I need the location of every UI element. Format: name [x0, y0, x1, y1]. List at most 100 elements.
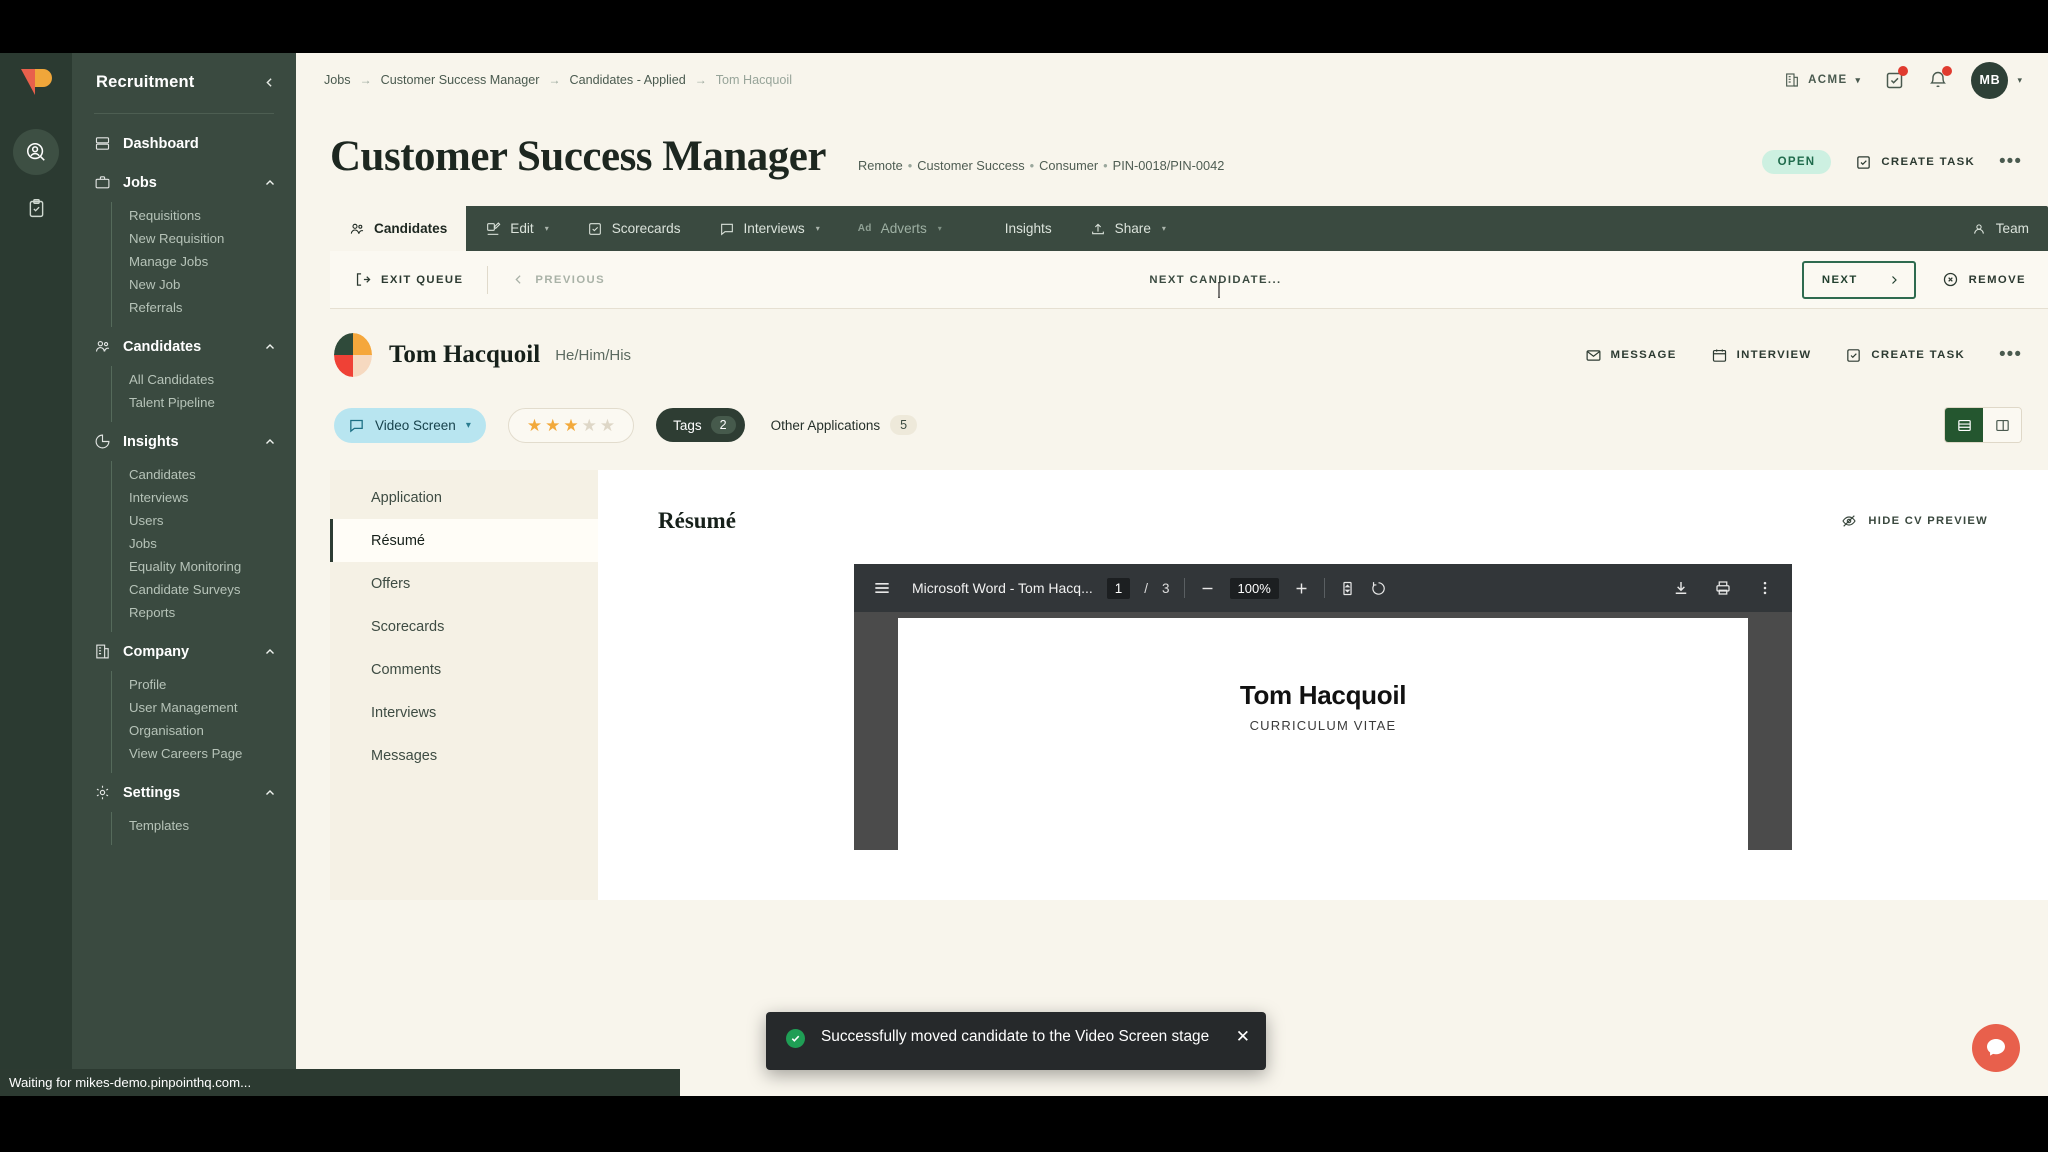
- tab-share[interactable]: Share▾: [1071, 206, 1185, 251]
- sidebar-subitem-all-candidates[interactable]: All Candidates: [112, 368, 296, 391]
- rail-item-recruitment[interactable]: [13, 129, 59, 175]
- sidebar-subitem-referrals[interactable]: Referrals: [112, 296, 296, 319]
- tab-adverts[interactable]: AdAdverts▾: [839, 206, 961, 251]
- tab-candidates[interactable]: Candidates: [330, 206, 466, 251]
- list-view-button[interactable]: [1945, 408, 1983, 442]
- viewer-more-button[interactable]: [1756, 579, 1774, 597]
- job-more-button[interactable]: •••: [1999, 156, 2022, 167]
- sidebar-item-dashboard[interactable]: Dashboard: [72, 124, 296, 163]
- sidebar-subitem-interviews[interactable]: Interviews: [112, 486, 296, 509]
- sidebar-group-company: CompanyProfileUser ManagementOrganisatio…: [72, 632, 296, 773]
- fit-page-button[interactable]: [1339, 580, 1356, 597]
- zoom-out-button[interactable]: [1199, 580, 1216, 597]
- rating-star[interactable]: ★: [582, 417, 597, 434]
- intercom-launcher[interactable]: [1972, 1024, 2020, 1072]
- tab-team[interactable]: Team: [1952, 206, 2048, 251]
- rail-item-tasks[interactable]: [13, 185, 59, 231]
- rating-stars[interactable]: ★★★★★: [508, 408, 634, 443]
- panel-nav-résumé[interactable]: Résumé: [330, 519, 598, 562]
- rating-star[interactable]: ★: [600, 417, 615, 434]
- hide-cv-preview-button[interactable]: HIDE CV PREVIEW: [1841, 513, 1988, 529]
- toast-close-button[interactable]: ✕: [1236, 1028, 1250, 1045]
- check-circle-icon: [786, 1029, 805, 1048]
- hamburger-icon[interactable]: [872, 578, 892, 598]
- tab-edit[interactable]: Edit▾: [466, 206, 567, 251]
- rating-star[interactable]: ★: [563, 417, 578, 434]
- chevron-down-icon: ▾: [545, 224, 549, 233]
- status-badge: OPEN: [1762, 150, 1832, 174]
- create-task-button[interactable]: CREATE TASK: [1845, 347, 1965, 364]
- calendar-icon: [1711, 347, 1728, 364]
- user-menu[interactable]: MB ▾: [1971, 62, 2022, 99]
- job-actions: OPEN CREATE TASK •••: [1762, 150, 2022, 178]
- sidebar-subitem-requisitions[interactable]: Requisitions: [112, 204, 296, 227]
- notifications-button[interactable]: [1927, 69, 1949, 91]
- tab-insights[interactable]: Insights: [961, 206, 1071, 251]
- sidebar-subitem-templates[interactable]: Templates: [112, 814, 296, 837]
- tab-interviews[interactable]: Interviews▾: [700, 206, 839, 251]
- sidebar-subitem-candidates[interactable]: Candidates: [112, 463, 296, 486]
- breadcrumb-item[interactable]: Candidates - Applied: [570, 73, 686, 87]
- candidate-chips: Video Screen ▾ ★★★★★ Tags 2 Other Applic…: [296, 377, 2048, 443]
- rating-star[interactable]: ★: [527, 417, 542, 434]
- sidebar-subitem-new-job[interactable]: New Job: [112, 273, 296, 296]
- sidebar-subitem-user-management[interactable]: User Management: [112, 696, 296, 719]
- split-view-button[interactable]: [1983, 408, 2021, 442]
- message-button[interactable]: MESSAGE: [1585, 347, 1677, 364]
- breadcrumb-item[interactable]: Customer Success Manager: [381, 73, 540, 87]
- stage-selector[interactable]: Video Screen ▾: [334, 408, 486, 443]
- interview-button[interactable]: INTERVIEW: [1711, 347, 1812, 364]
- gear-icon: [94, 784, 111, 801]
- tags-chip[interactable]: Tags 2: [656, 408, 744, 442]
- create-task-button[interactable]: CREATE TASK: [1855, 154, 1975, 171]
- panel-nav: ApplicationRésuméOffersScorecardsComment…: [330, 470, 598, 900]
- sidebar-collapse-button[interactable]: [263, 76, 276, 89]
- browser-chrome-top: [0, 0, 2048, 53]
- zoom-in-button[interactable]: [1293, 580, 1310, 597]
- pinpoint-logo[interactable]: [19, 67, 53, 97]
- download-button[interactable]: [1672, 579, 1690, 597]
- sidebar-header: Recruitment: [72, 53, 296, 111]
- sidebar-subitem-reports[interactable]: Reports: [112, 601, 296, 624]
- panel-nav-interviews[interactable]: Interviews: [330, 691, 598, 734]
- rotate-button[interactable]: [1370, 580, 1387, 597]
- previous-candidate-button[interactable]: PREVIOUS: [488, 273, 629, 286]
- candidate-more-button[interactable]: •••: [1999, 349, 2022, 360]
- sidebar-subitem-candidate-surveys[interactable]: Candidate Surveys: [112, 578, 296, 601]
- panel-nav-messages[interactable]: Messages: [330, 734, 598, 777]
- zoom-level[interactable]: 100%: [1230, 578, 1279, 599]
- sidebar-item-insights[interactable]: Insights: [72, 422, 296, 461]
- sidebar-subitem-organisation[interactable]: Organisation: [112, 719, 296, 742]
- sidebar-item-settings[interactable]: Settings: [72, 773, 296, 812]
- toolbar-divider: [1324, 578, 1325, 598]
- page-number-input[interactable]: 1: [1107, 578, 1131, 599]
- sidebar-item-jobs[interactable]: Jobs: [72, 163, 296, 202]
- sidebar-subitem-profile[interactable]: Profile: [112, 673, 296, 696]
- org-switcher[interactable]: ACME ▾: [1784, 72, 1861, 88]
- remove-candidate-button[interactable]: REMOVE: [1916, 271, 2048, 288]
- chat-icon: [348, 417, 365, 434]
- rating-star[interactable]: ★: [545, 417, 560, 434]
- print-button[interactable]: [1714, 579, 1732, 597]
- sidebar-subitem-jobs[interactable]: Jobs: [112, 532, 296, 555]
- other-applications-chip[interactable]: Other Applications 5: [767, 407, 927, 443]
- next-candidate-button[interactable]: NEXT: [1802, 261, 1916, 299]
- sidebar-subitem-new-requisition[interactable]: New Requisition: [112, 227, 296, 250]
- sidebar-subitem-view-careers-page[interactable]: View Careers Page: [112, 742, 296, 765]
- panel-nav-application[interactable]: Application: [330, 476, 598, 519]
- panel-nav-scorecards[interactable]: Scorecards: [330, 605, 598, 648]
- panel-nav-offers[interactable]: Offers: [330, 562, 598, 605]
- meta-separator: •: [1103, 158, 1107, 173]
- panel-nav-comments[interactable]: Comments: [330, 648, 598, 691]
- breadcrumb-item[interactable]: Jobs: [324, 73, 351, 87]
- tasks-button[interactable]: [1883, 69, 1905, 91]
- exit-queue-button[interactable]: EXIT QUEUE: [330, 271, 487, 288]
- sidebar-subitem-manage-jobs[interactable]: Manage Jobs: [112, 250, 296, 273]
- sidebar-subitem-users[interactable]: Users: [112, 509, 296, 532]
- sidebar-item-candidates[interactable]: Candidates: [72, 327, 296, 366]
- sidebar-subitem-equality-monitoring[interactable]: Equality Monitoring: [112, 555, 296, 578]
- tab-scorecards[interactable]: Scorecards: [568, 206, 700, 251]
- sidebar-item-company[interactable]: Company: [72, 632, 296, 671]
- sidebar-subitem-talent-pipeline[interactable]: Talent Pipeline: [112, 391, 296, 414]
- job-meta-item: PIN-0018/PIN-0042: [1113, 158, 1225, 173]
